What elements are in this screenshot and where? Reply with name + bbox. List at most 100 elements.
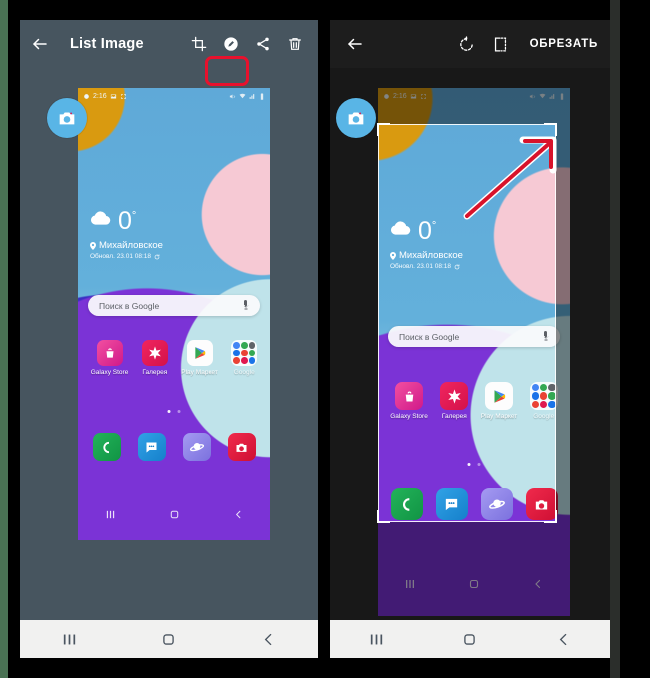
left-app-bar: List Image <box>20 20 318 68</box>
recents-icon[interactable] <box>330 631 423 648</box>
search-placeholder: Поиск в Google <box>399 331 460 342</box>
dock-phone[interactable] <box>92 433 121 461</box>
page-dot-active <box>167 410 171 413</box>
dock-camera[interactable] <box>525 488 558 520</box>
app-gallery[interactable]: Галерея <box>141 340 168 376</box>
back-icon[interactable] <box>506 578 570 590</box>
status-time: 2:16 <box>393 92 407 100</box>
app-label: Play Маркет <box>480 413 518 420</box>
degree-symbol: ° <box>131 210 137 222</box>
recents-icon[interactable] <box>20 631 119 648</box>
dock-messages[interactable] <box>435 488 468 520</box>
google-folder-icon <box>231 340 258 366</box>
app-galaxy-store[interactable]: Galaxy Store <box>90 340 129 376</box>
galaxy-store-icon <box>96 340 123 366</box>
confirm-crop-button[interactable]: ОБРЕЗАТЬ <box>518 38 610 50</box>
share-button[interactable] <box>248 29 278 59</box>
alarm-icon <box>84 93 89 99</box>
right-app-bar: ОБРЕЗАТЬ <box>330 20 610 68</box>
app-gallery[interactable]: Галерея <box>440 382 469 420</box>
left-system-navbar <box>20 620 318 658</box>
microphone-icon[interactable] <box>242 297 249 315</box>
mute-icon <box>529 93 536 99</box>
rotate-button[interactable] <box>450 27 484 61</box>
pin-icon <box>390 251 396 260</box>
right-system-navbar <box>330 620 610 658</box>
app-label: Галерея <box>441 413 467 420</box>
app-google-folder[interactable]: Google <box>231 340 258 376</box>
right-screenshot-panel: 2:16 0° Михайловское Обновл. 23.01 08:18… <box>330 20 610 658</box>
weather-updated: Обновл. 23.01 08:18 <box>90 253 152 260</box>
home-icon[interactable] <box>423 631 516 648</box>
flip-button[interactable] <box>484 27 518 61</box>
phone-icon <box>92 433 121 461</box>
back-button[interactable] <box>338 27 372 61</box>
delete-button[interactable] <box>280 29 310 59</box>
weather-widget[interactable]: 0° Михайловское Обновл. 23.01 08:18 <box>390 219 463 270</box>
temperature-value: 0 <box>118 207 132 235</box>
app-google-folder[interactable]: Google <box>529 382 558 420</box>
google-search-bar[interactable]: Поиск в Google <box>388 326 560 347</box>
home-icon[interactable] <box>142 509 206 520</box>
recents-icon[interactable] <box>378 578 442 590</box>
image-icon <box>410 93 416 99</box>
crop-button[interactable] <box>184 29 214 59</box>
app-galaxy-store[interactable]: Galaxy Store <box>390 382 428 420</box>
refresh-icon <box>454 263 460 269</box>
wifi-icon <box>539 93 546 98</box>
app-play-market[interactable]: Play Маркет <box>481 382 517 420</box>
dock <box>84 433 264 461</box>
weather-widget[interactable]: 0° Михайловское Обновл. 23.01 08:18 <box>90 207 163 260</box>
alarm-icon <box>384 93 389 99</box>
app-play-market[interactable]: Play Маркет <box>181 340 218 376</box>
wallpaper <box>378 88 570 616</box>
inner-navbar <box>78 504 270 524</box>
play-store-icon <box>186 340 213 366</box>
search-placeholder: Поиск в Google <box>99 300 160 311</box>
gallery-icon <box>440 382 469 410</box>
dock-phone[interactable] <box>390 488 423 520</box>
pencil-circle-icon <box>224 37 238 51</box>
app-label: Галерея <box>142 369 168 376</box>
phone-icon <box>390 488 423 520</box>
phone-screenshot-right: 2:16 0° Михайловское Обновл. 23.01 08:18… <box>378 88 570 616</box>
trash-icon <box>289 38 301 50</box>
dock-internet[interactable] <box>480 488 513 520</box>
camera-badge-icon <box>47 98 87 138</box>
toolbar-actions <box>184 29 318 59</box>
page-title: List Image <box>70 36 144 52</box>
recents-icon[interactable] <box>78 509 142 520</box>
arrow-left-icon <box>348 38 362 50</box>
back-icon[interactable] <box>517 631 610 648</box>
share-icon <box>257 37 269 51</box>
page-indicator <box>167 410 181 413</box>
camera-icon <box>227 433 256 461</box>
app-label: Galaxy Store <box>90 369 129 376</box>
app-label: Play Маркет <box>181 369 218 376</box>
galaxy-store-icon <box>395 382 424 410</box>
cloud-icon <box>90 211 111 225</box>
refresh-icon <box>154 253 160 259</box>
microphone-icon[interactable] <box>542 328 549 346</box>
rotate-cw-icon <box>460 35 473 51</box>
internet-icon <box>480 488 513 520</box>
dock-camera[interactable] <box>227 433 256 461</box>
app-label: Google <box>533 413 555 420</box>
google-search-bar[interactable]: Поиск в Google <box>88 295 260 316</box>
battery-icon <box>560 92 564 100</box>
edit-button[interactable] <box>216 29 246 59</box>
weather-updated: Обновл. 23.01 08:18 <box>390 263 452 270</box>
dock-messages[interactable] <box>137 433 166 461</box>
home-icon[interactable] <box>442 578 506 590</box>
app-row: Galaxy Store Галерея Play Маркет Google <box>384 382 564 420</box>
status-bar: 2:16 <box>78 88 270 104</box>
home-icon[interactable] <box>119 631 218 648</box>
dock <box>384 488 564 520</box>
dock-internet[interactable] <box>182 433 211 461</box>
back-button[interactable] <box>20 20 60 68</box>
back-icon[interactable] <box>219 631 318 648</box>
pin-icon <box>90 241 96 250</box>
internet-icon <box>182 433 211 461</box>
screenshot-root: 2:16 0° Михайловское Обновл. 23.01 08:18… <box>0 0 650 678</box>
back-icon[interactable] <box>206 509 270 520</box>
